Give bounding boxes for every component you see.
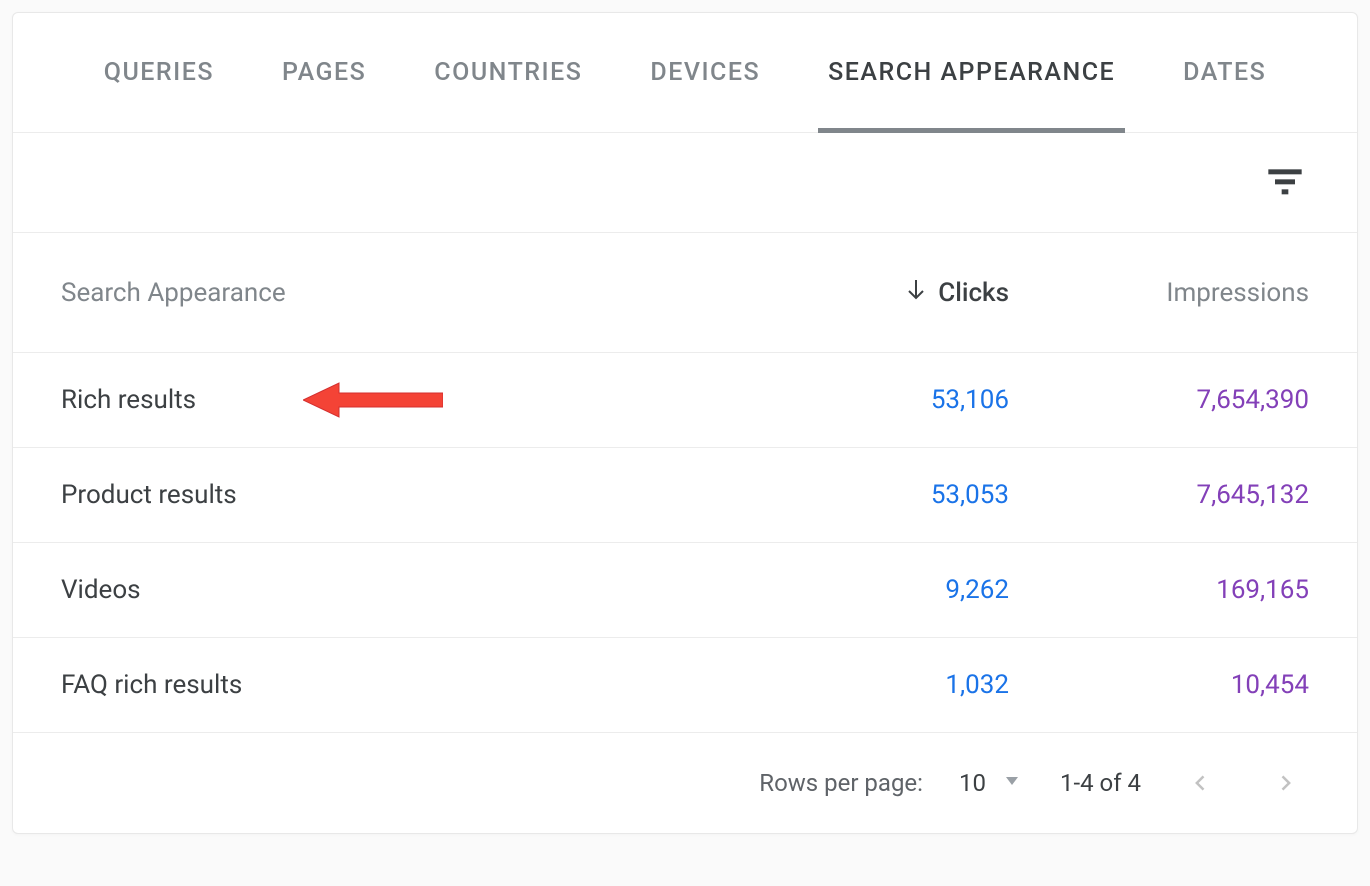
tab-pages[interactable]: PAGES <box>278 13 370 132</box>
pagination-bar: Rows per page: 10 1-4 of 4 <box>13 733 1357 833</box>
pagination-range: 1-4 of 4 <box>1060 769 1141 797</box>
filter-icon[interactable] <box>1265 161 1305 205</box>
row-label: Videos <box>61 575 709 605</box>
row-clicks: 53,053 <box>709 480 1009 510</box>
dropdown-icon <box>1000 768 1024 798</box>
table-header: Search Appearance Clicks Impressions <box>13 233 1357 353</box>
tabs-bar: QUERIES PAGES COUNTRIES DEVICES SEARCH A… <box>13 13 1357 133</box>
column-header-impressions[interactable]: Impressions <box>1009 278 1309 308</box>
row-clicks: 1,032 <box>709 670 1009 700</box>
row-impressions: 7,645,132 <box>1009 480 1309 510</box>
row-label: Rich results <box>61 385 709 415</box>
tab-countries[interactable]: COUNTRIES <box>430 13 586 132</box>
rows-per-page-value: 10 <box>959 769 986 797</box>
page-prev-button[interactable] <box>1177 759 1225 807</box>
column-header-clicks-label: Clicks <box>938 278 1009 308</box>
row-label: Product results <box>61 480 709 510</box>
row-label: FAQ rich results <box>61 670 709 700</box>
tab-devices[interactable]: DEVICES <box>646 13 764 132</box>
tab-search-appearance[interactable]: SEARCH APPEARANCE <box>824 13 1119 132</box>
column-header-dimension[interactable]: Search Appearance <box>61 278 709 308</box>
sort-arrow-down-icon <box>904 277 928 308</box>
table-row[interactable]: Product results 53,053 7,645,132 <box>13 448 1357 543</box>
table-row[interactable]: FAQ rich results 1,032 10,454 <box>13 638 1357 733</box>
row-clicks: 53,106 <box>709 385 1009 415</box>
table-row[interactable]: Videos 9,262 169,165 <box>13 543 1357 638</box>
row-impressions: 7,654,390 <box>1009 385 1309 415</box>
search-appearance-card: QUERIES PAGES COUNTRIES DEVICES SEARCH A… <box>12 12 1358 834</box>
tab-dates[interactable]: DATES <box>1179 13 1270 132</box>
row-impressions: 10,454 <box>1009 670 1309 700</box>
rows-per-page-label: Rows per page: <box>759 769 923 797</box>
column-header-clicks[interactable]: Clicks <box>709 277 1009 308</box>
table-row[interactable]: Rich results 53,106 7,654,390 <box>13 353 1357 448</box>
row-impressions: 169,165 <box>1009 575 1309 605</box>
rows-per-page-selector[interactable]: 10 <box>959 768 1024 798</box>
tab-queries[interactable]: QUERIES <box>100 13 218 132</box>
filter-bar <box>13 133 1357 233</box>
page-next-button[interactable] <box>1261 759 1309 807</box>
column-header-impressions-label: Impressions <box>1166 278 1309 308</box>
row-clicks: 9,262 <box>709 575 1009 605</box>
